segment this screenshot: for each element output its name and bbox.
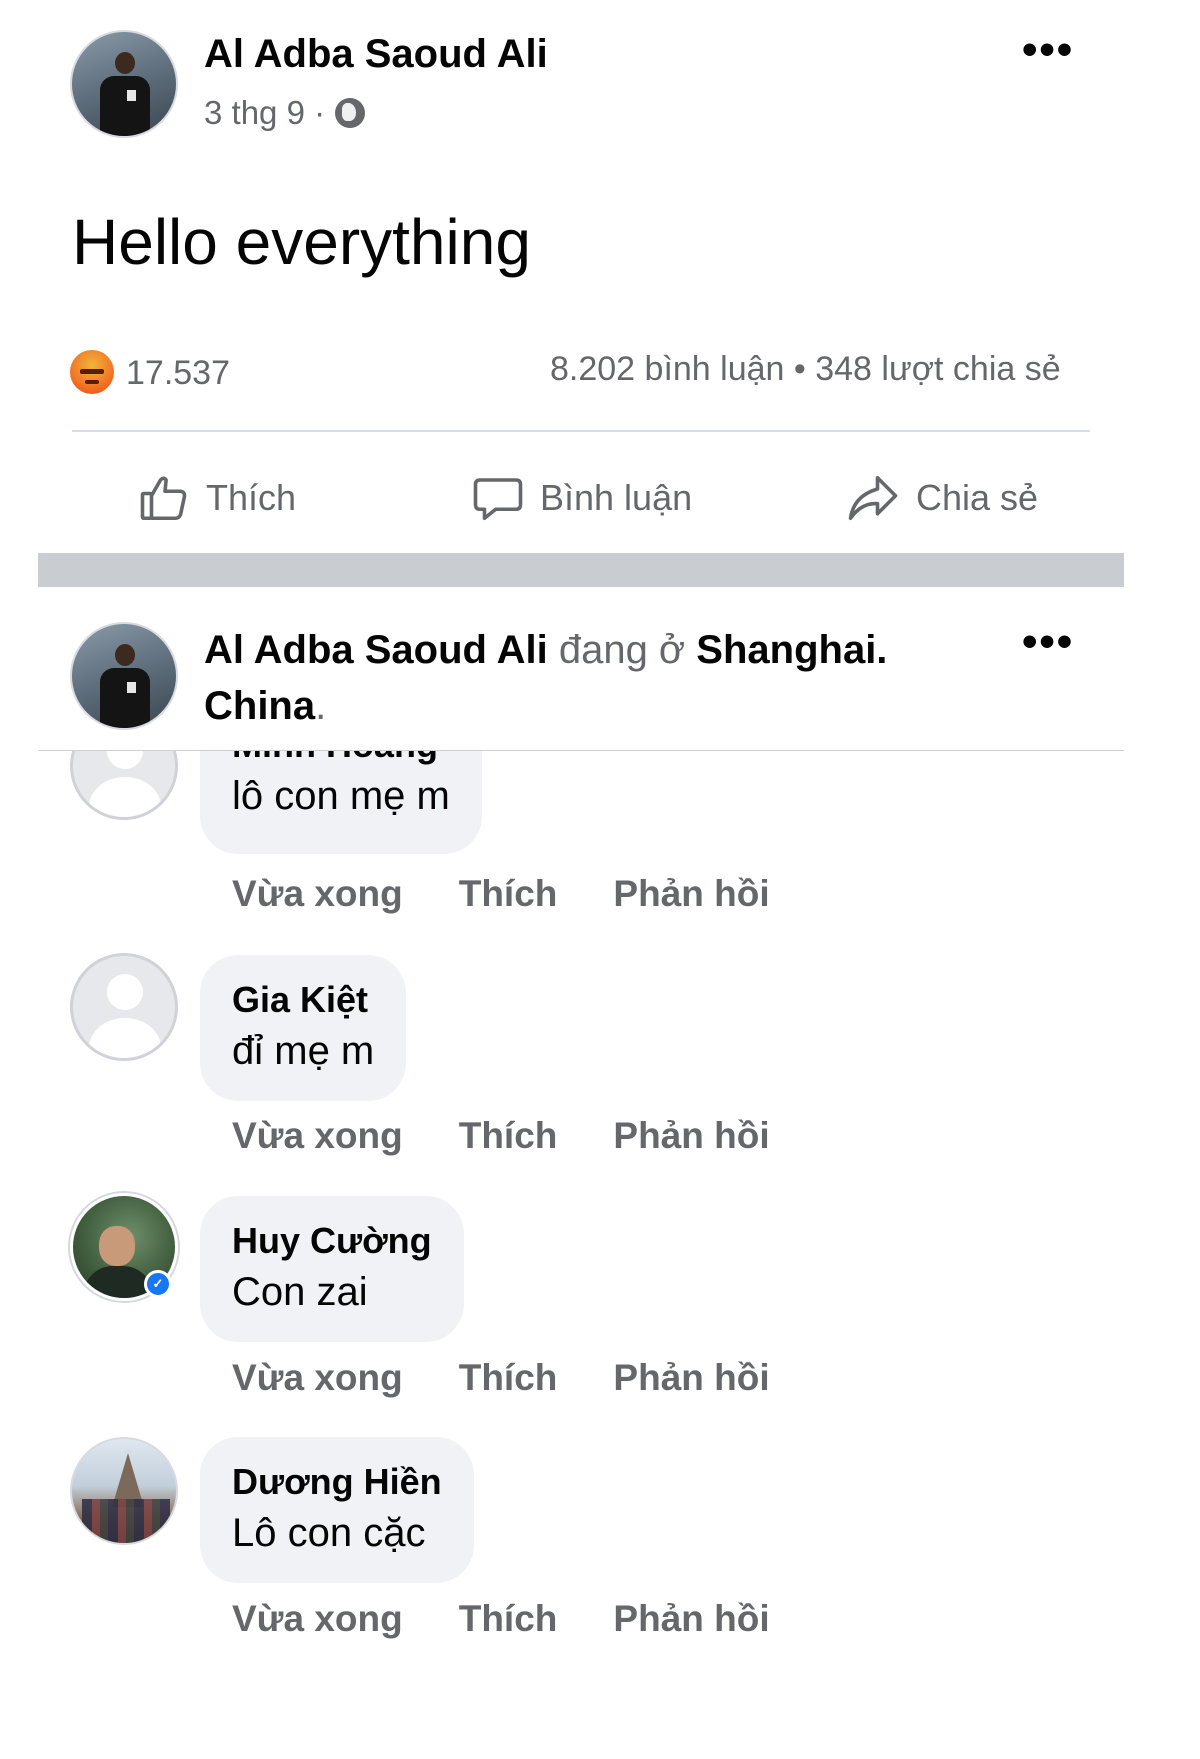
comment-time: Vừa xong: [232, 1357, 403, 1398]
sticky-header-title: Al Adba Saoud Ali đang ở Shanghai. China.: [204, 622, 964, 734]
comment-bubble[interactable]: Huy Cường Con zai: [200, 1196, 464, 1342]
commenter-avatar[interactable]: [70, 1437, 178, 1545]
comment-icon: [473, 478, 523, 521]
avatar-figure-badge: [127, 682, 136, 693]
sticky-author-name[interactable]: Al Adba Saoud Ali: [204, 628, 548, 672]
comment-actions: Vừa xong Thích Phản hồi: [232, 1115, 826, 1157]
author-avatar[interactable]: [70, 30, 178, 138]
comment-button[interactable]: Bình luận: [470, 470, 692, 526]
location-trail: .: [315, 684, 327, 728]
comment-text: lô con mẹ m: [232, 774, 450, 818]
comment-text: đỉ mẹ m: [232, 1029, 375, 1073]
post-text: Hello everything: [72, 206, 531, 278]
avatar-figure-head: [115, 644, 135, 666]
default-avatar-body: [89, 1018, 161, 1058]
comment-bubble[interactable]: Dương Hiền Lô con cặc: [200, 1437, 474, 1583]
comment-author[interactable]: Huy Cường: [232, 1218, 432, 1264]
location-connector: đang ở: [547, 628, 697, 672]
default-avatar-head: [107, 974, 143, 1010]
more-dots-icon[interactable]: •••: [1022, 28, 1074, 72]
comment-reply-button[interactable]: Phản hồi: [613, 1357, 769, 1398]
avatar-figure-head: [115, 52, 135, 74]
comment-text: Con zai: [232, 1270, 368, 1314]
like-button-label: Thích: [206, 477, 297, 518]
post-stats[interactable]: 8.202 bình luận • 348 lượt chia sẻ: [550, 350, 1061, 389]
sticky-header-border: [38, 750, 1124, 751]
avatar-face: [99, 1226, 135, 1266]
comment-like-button[interactable]: Thích: [459, 1115, 558, 1156]
default-avatar-body: [89, 777, 161, 817]
reaction-count: 17.537: [126, 354, 230, 392]
comment-reply-button[interactable]: Phản hồi: [613, 1598, 769, 1639]
angry-reaction-icon: [70, 350, 114, 394]
comment-text: Lô con cặc: [232, 1511, 426, 1555]
avatar-figure-badge: [127, 90, 136, 101]
share-button-label: Chia sẻ: [916, 477, 1039, 518]
comment-like-button[interactable]: Thích: [459, 873, 558, 914]
comment-bubble[interactable]: Gia Kiệt đỉ mẹ m: [200, 955, 407, 1101]
verified-badge-icon: ✓: [144, 1270, 172, 1298]
avatar-people: [82, 1499, 170, 1543]
avatar-shirt: [83, 1266, 153, 1298]
comment-reply-button[interactable]: Phản hồi: [613, 873, 769, 914]
avatar-figure-body: [100, 668, 150, 728]
share-icon: [848, 475, 898, 521]
author-avatar[interactable]: [70, 622, 178, 730]
comment-button-label: Bình luận: [540, 477, 693, 518]
divider: [72, 430, 1090, 432]
comment-actions: Vừa xong Thích Phản hồi: [232, 1598, 826, 1640]
post-meta: 3 thg 9 ·: [204, 94, 366, 132]
comment-actions: Vừa xong Thích Phản hồi: [232, 873, 826, 915]
more-dots-icon[interactable]: •••: [1022, 620, 1074, 664]
comment-time: Vừa xong: [232, 873, 403, 914]
section-separator: [38, 553, 1124, 587]
thumbs-up-icon: [140, 476, 187, 521]
avatar-figure-body: [100, 76, 150, 136]
post-author-name[interactable]: Al Adba Saoud Ali: [204, 32, 548, 77]
comment-like-button[interactable]: Thích: [459, 1598, 558, 1639]
comment-time: Vừa xong: [232, 1598, 403, 1639]
like-button[interactable]: Thích: [138, 470, 296, 526]
location-country[interactable]: China: [204, 684, 315, 728]
comment-time: Vừa xong: [232, 1115, 403, 1156]
comment-author[interactable]: Dương Hiền: [232, 1459, 442, 1505]
commenter-avatar[interactable]: [70, 953, 178, 1061]
location-city[interactable]: Shanghai.: [696, 628, 887, 672]
post-date[interactable]: 3 thg 9 ·: [204, 94, 325, 131]
globe-icon: [335, 98, 366, 128]
comment-reply-button[interactable]: Phản hồi: [613, 1115, 769, 1156]
comment-actions: Vừa xong Thích Phản hồi: [232, 1357, 826, 1399]
reaction-summary[interactable]: 17.537: [70, 350, 230, 394]
comment-author[interactable]: Gia Kiệt: [232, 977, 374, 1023]
share-button[interactable]: Chia sẻ: [844, 470, 1038, 526]
comment-like-button[interactable]: Thích: [459, 1357, 558, 1398]
